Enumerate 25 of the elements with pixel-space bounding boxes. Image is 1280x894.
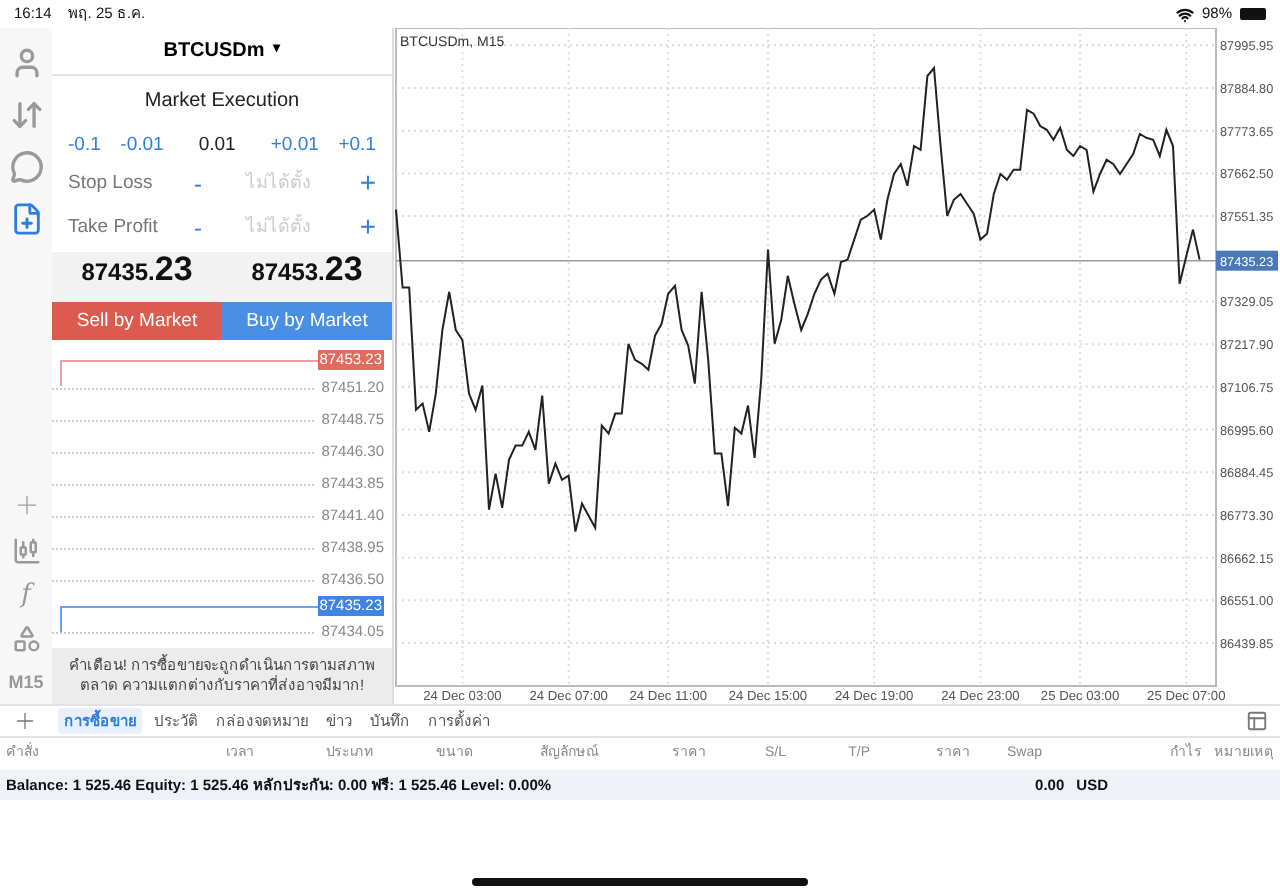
volume-step[interactable]: +0.01: [270, 132, 319, 161]
objects-icon[interactable]: [11, 623, 41, 653]
buy-button[interactable]: Buy by Market: [222, 302, 392, 340]
minus-button[interactable]: -: [188, 165, 208, 202]
volume-field[interactable]: 0.01: [183, 132, 252, 161]
battery-icon: [1240, 8, 1266, 20]
field-label: Stop Loss: [68, 169, 155, 198]
bid-price: 87435.23: [79, 248, 195, 293]
sell-button[interactable]: Sell by Market: [52, 302, 222, 340]
volume-step[interactable]: -0.01: [120, 132, 164, 161]
minus-button[interactable]: -: [188, 209, 208, 246]
plus-button[interactable]: +: [359, 162, 376, 205]
volume-step[interactable]: -0.1: [68, 132, 101, 161]
add-icon[interactable]: [12, 708, 38, 734]
plus-button[interactable]: +: [359, 206, 376, 249]
ask-price: 87453.23: [249, 248, 365, 293]
execution-type: Market Execution: [142, 88, 302, 117]
volume-step[interactable]: +0.1: [338, 132, 376, 161]
timeframe-button[interactable]: M15: [8, 669, 44, 696]
indicator-button[interactable]: f: [21, 581, 31, 607]
chat-icon[interactable]: [6, 146, 46, 186]
candlestick-icon[interactable]: [11, 535, 41, 565]
layout-icon[interactable]: [1246, 710, 1268, 732]
field-label: Take Profit: [68, 213, 160, 242]
wifi-icon: [1175, 5, 1194, 23]
